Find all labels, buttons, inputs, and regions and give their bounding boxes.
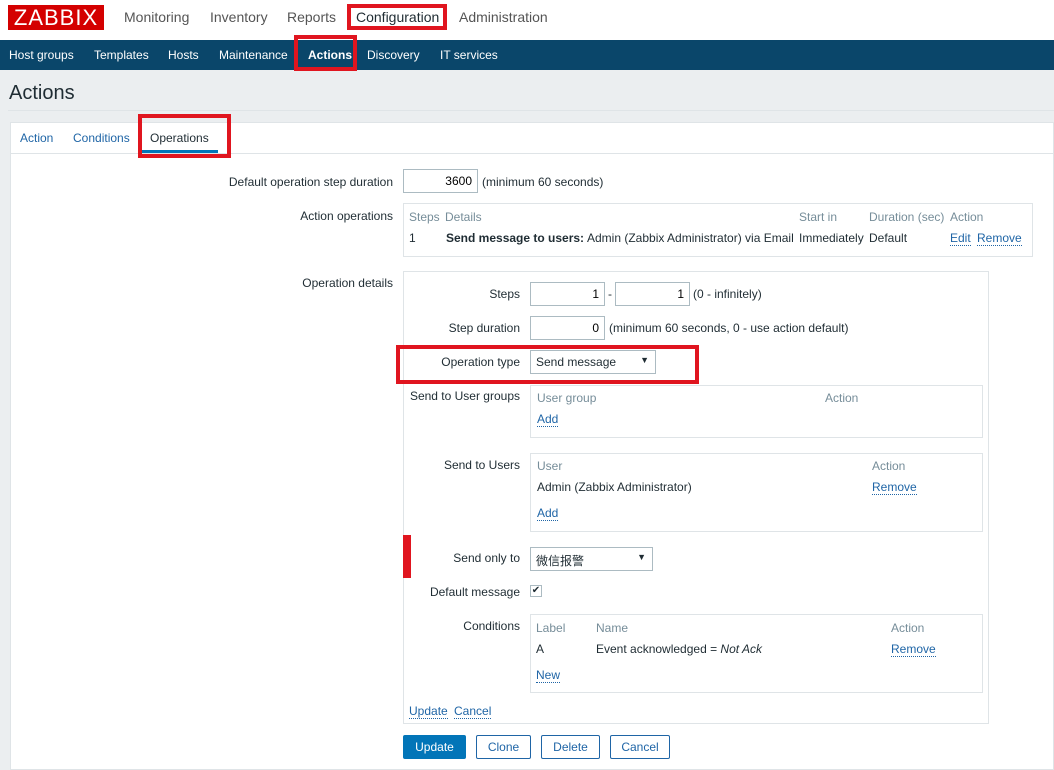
user-name: Admin (Zabbix Administrator) bbox=[537, 480, 692, 494]
nav-hosts[interactable]: Hosts bbox=[168, 48, 199, 62]
step-duration-label: Default operation step duration bbox=[228, 175, 393, 189]
op-duration: Default bbox=[869, 231, 908, 245]
action-operations-label: Action operations bbox=[300, 209, 393, 223]
steps-dash: - bbox=[608, 287, 612, 301]
delete-button[interactable]: Delete bbox=[541, 735, 600, 759]
menu-inventory[interactable]: Inventory bbox=[210, 9, 268, 25]
col-user-group: User group bbox=[537, 391, 597, 405]
col-user: User bbox=[537, 459, 563, 473]
col-ug-action: Action bbox=[825, 391, 859, 405]
col-start: Start in bbox=[799, 210, 838, 224]
col-label: Label bbox=[536, 621, 566, 635]
send-only-value: 微信报警 bbox=[536, 554, 585, 568]
highlight-box bbox=[396, 345, 699, 384]
menu-monitoring[interactable]: Monitoring bbox=[124, 9, 189, 25]
steps-to-input[interactable] bbox=[615, 282, 690, 306]
user-remove-link[interactable]: Remove bbox=[872, 480, 917, 495]
tab-conditions[interactable]: Conditions bbox=[73, 131, 130, 145]
col-action: Action bbox=[950, 210, 984, 224]
op-update-link[interactable]: Update bbox=[409, 704, 448, 719]
op-steps: 1 bbox=[409, 231, 416, 245]
highlight-box bbox=[403, 535, 411, 578]
cond-text: Event acknowledged = bbox=[596, 642, 721, 656]
step-dur-hint: (minimum 60 seconds, 0 - use action defa… bbox=[609, 321, 849, 335]
step-dur-label: Step duration bbox=[448, 321, 520, 335]
conditions-label: Conditions bbox=[463, 619, 520, 633]
op-edit-link[interactable]: Edit bbox=[950, 231, 971, 246]
col-u-action: Action bbox=[872, 459, 906, 473]
highlight-box bbox=[347, 4, 447, 30]
nav-discovery[interactable]: Discovery bbox=[367, 48, 420, 62]
dropdown-arrow-icon: ▼ bbox=[637, 552, 646, 562]
col-c-action: Action bbox=[891, 621, 925, 635]
clone-button[interactable]: Clone bbox=[476, 735, 531, 759]
divider bbox=[8, 110, 1054, 111]
update-button[interactable]: Update bbox=[403, 735, 466, 759]
highlight-box bbox=[294, 35, 357, 71]
op-cancel-link[interactable]: Cancel bbox=[454, 704, 492, 719]
usergroups-label: Send to User groups bbox=[409, 389, 520, 403]
sub-nav bbox=[0, 40, 1054, 70]
menu-administration[interactable]: Administration bbox=[459, 9, 548, 25]
cond-label: A bbox=[536, 642, 545, 656]
page-title: Actions bbox=[9, 82, 75, 104]
nav-it-services[interactable]: IT services bbox=[440, 48, 498, 62]
op-remove-link[interactable]: Remove bbox=[977, 231, 1022, 246]
cond-value: Not Ack bbox=[720, 642, 762, 656]
col-name: Name bbox=[596, 621, 629, 635]
op-start: Immediately bbox=[799, 231, 864, 245]
menu-reports[interactable]: Reports bbox=[287, 9, 336, 25]
step-dur-input[interactable] bbox=[530, 316, 605, 340]
col-steps: Steps bbox=[409, 210, 440, 224]
cond-name: Event acknowledged = Not Ack bbox=[596, 642, 762, 656]
tab-action[interactable]: Action bbox=[20, 131, 53, 145]
col-details: Details bbox=[445, 210, 482, 224]
nav-templates[interactable]: Templates bbox=[94, 48, 149, 62]
usergroups-table bbox=[530, 385, 983, 438]
op-details: Admin (Zabbix Administrator) via Email bbox=[587, 231, 794, 245]
steps-label: Steps bbox=[489, 287, 520, 301]
step-duration-hint: (minimum 60 seconds) bbox=[482, 175, 604, 189]
send-only-label: Send only to bbox=[453, 551, 520, 565]
steps-hint: (0 - infinitely) bbox=[693, 287, 762, 301]
col-duration: Duration (sec) bbox=[869, 210, 945, 224]
step-duration-input[interactable] bbox=[403, 169, 478, 193]
user-add-link[interactable]: Add bbox=[537, 506, 559, 521]
nav-maintenance[interactable]: Maintenance bbox=[219, 48, 288, 62]
cancel-button[interactable]: Cancel bbox=[610, 735, 670, 759]
highlight-box bbox=[138, 114, 231, 158]
ug-add-link[interactable]: Add bbox=[537, 412, 559, 427]
zabbix-logo[interactable]: ZABBIX bbox=[8, 5, 104, 30]
steps-from-input[interactable] bbox=[530, 282, 605, 306]
users-label: Send to Users bbox=[443, 458, 520, 472]
nav-host-groups[interactable]: Host groups bbox=[9, 48, 74, 62]
default-msg-checkbox[interactable]: ✔ bbox=[530, 585, 542, 597]
cond-remove-link[interactable]: Remove bbox=[891, 642, 936, 657]
default-msg-label: Default message bbox=[429, 585, 520, 599]
cond-new-link[interactable]: New bbox=[536, 668, 561, 683]
op-details-bold: Send message to users: bbox=[446, 231, 585, 245]
send-only-select[interactable]: 微信报警 ▼ bbox=[530, 547, 653, 571]
